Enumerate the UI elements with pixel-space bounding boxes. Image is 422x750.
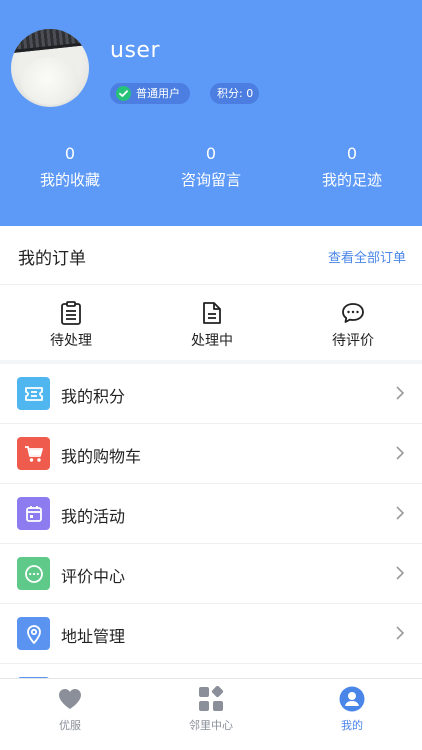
stat-footprints-count: 0 xyxy=(346,144,358,163)
order-status-pending[interactable]: 待处理 xyxy=(21,301,121,350)
tab-mine[interactable]: 我的 xyxy=(282,685,422,733)
order-status-to-review-label: 待评价 xyxy=(332,333,374,349)
menu-item-activities[interactable]: 我的活动 xyxy=(0,484,422,544)
chevron-right-icon xyxy=(396,446,404,460)
points-badge: 积分: 0 xyxy=(210,83,259,104)
chevron-right-icon xyxy=(396,566,404,580)
chat-bubble-icon xyxy=(303,301,403,325)
avatar[interactable] xyxy=(11,29,89,107)
user-icon xyxy=(282,685,422,712)
order-status-row: 待处理 处理中 待评价 xyxy=(0,285,422,360)
menu-item-points-label: 我的积分 xyxy=(61,387,126,406)
order-status-to-review[interactable]: 待评价 xyxy=(303,301,403,350)
stat-consultations-count: 0 xyxy=(205,144,217,163)
avatar-photo-body xyxy=(21,57,79,105)
document-icon xyxy=(162,301,262,325)
menu-list: 我的积分 我的购物车 我的活动 评价中心 地址管理 xyxy=(0,364,422,681)
avatar-photo-bar xyxy=(11,29,89,54)
orders-section: 我的订单 查看全部订单 待处理 处理中 待评价 xyxy=(0,226,422,360)
stat-favorites-count: 0 xyxy=(64,144,76,163)
orders-header: 我的订单 查看全部订单 xyxy=(0,226,422,285)
chevron-right-icon xyxy=(396,386,404,400)
tab-youfu-label: 优服 xyxy=(59,719,81,732)
grid-apps-icon xyxy=(141,685,281,712)
stat-footprints[interactable]: 0 我的足迹 xyxy=(282,144,422,190)
menu-item-address-label: 地址管理 xyxy=(61,627,126,646)
user-role-badge: 普通用户 xyxy=(110,83,190,104)
user-role-label: 普通用户 xyxy=(136,87,180,100)
username: user xyxy=(110,38,160,63)
profile-header: user 普通用户 积分: 0 0 我的收藏 0 咨询留言 0 我的足迹 xyxy=(0,0,422,226)
orders-title: 我的订单 xyxy=(18,249,86,269)
chevron-right-icon xyxy=(396,626,404,640)
menu-item-reviews-label: 评价中心 xyxy=(61,567,126,586)
calendar-icon xyxy=(17,497,50,530)
menu-item-reviews[interactable]: 评价中心 xyxy=(0,544,422,604)
check-circle-icon xyxy=(116,86,131,101)
order-status-processing[interactable]: 处理中 xyxy=(162,301,262,350)
order-status-processing-label: 处理中 xyxy=(191,333,233,349)
tab-youfu[interactable]: 优服 xyxy=(0,685,140,733)
chat-icon xyxy=(17,557,50,590)
stat-consultations[interactable]: 0 咨询留言 xyxy=(141,144,281,190)
chevron-right-icon xyxy=(396,506,404,520)
cart-icon xyxy=(17,437,50,470)
bottom-tab-bar: 优服 邻里中心 我的 xyxy=(0,678,422,750)
clipboard-list-icon xyxy=(21,301,121,325)
menu-item-address[interactable]: 地址管理 xyxy=(0,604,422,664)
stat-footprints-label: 我的足迹 xyxy=(321,171,382,189)
tab-mine-label: 我的 xyxy=(341,719,363,732)
stat-favorites[interactable]: 0 我的收藏 xyxy=(0,144,140,190)
location-pin-icon xyxy=(17,617,50,650)
tab-neighborhood-center[interactable]: 邻里中心 xyxy=(141,685,281,733)
menu-item-points[interactable]: 我的积分 xyxy=(0,364,422,424)
menu-item-activities-label: 我的活动 xyxy=(61,507,126,526)
order-status-pending-label: 待处理 xyxy=(50,333,92,349)
heart-icon xyxy=(0,685,140,712)
ticket-icon xyxy=(17,377,50,410)
menu-item-cart-label: 我的购物车 xyxy=(61,447,142,466)
tab-neighborhood-center-label: 邻里中心 xyxy=(189,719,233,732)
stats-row: 0 我的收藏 0 咨询留言 0 我的足迹 xyxy=(0,144,422,204)
stat-favorites-label: 我的收藏 xyxy=(39,171,100,189)
view-all-orders-link[interactable]: 查看全部订单 xyxy=(328,247,406,266)
stat-consultations-label: 咨询留言 xyxy=(180,171,241,189)
menu-item-cart[interactable]: 我的购物车 xyxy=(0,424,422,484)
